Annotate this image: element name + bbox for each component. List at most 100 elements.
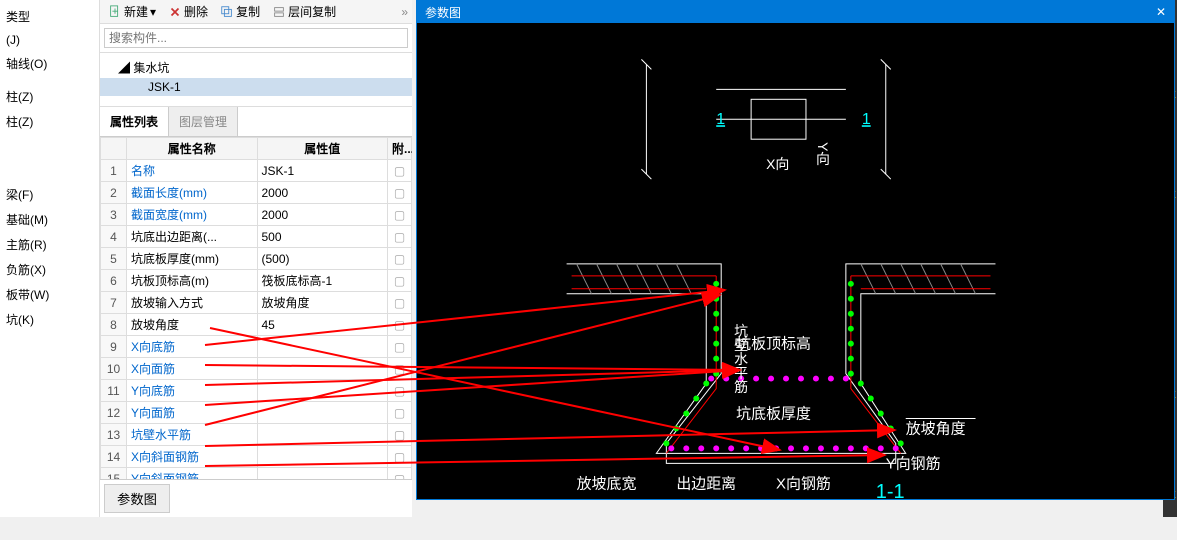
lock-cell[interactable]: ▢: [388, 160, 412, 182]
nav-item[interactable]: 轴线(O): [0, 51, 99, 76]
prop-name: Y向底筋: [127, 380, 258, 402]
svg-text:X向: X向: [766, 156, 789, 172]
lock-cell[interactable]: ▢: [388, 226, 412, 248]
tree-item-jsk1[interactable]: JSK-1: [100, 78, 412, 96]
table-row[interactable]: 8 放坡角度 45 ▢: [101, 314, 412, 336]
prop-value[interactable]: [257, 424, 388, 446]
table-row[interactable]: 12 Y向面筋 ▢: [101, 402, 412, 424]
svg-text:1: 1: [716, 111, 725, 128]
lock-cell[interactable]: ▢: [388, 248, 412, 270]
tree-root[interactable]: ◢ 集水坑: [100, 57, 412, 78]
nav-item[interactable]: 类型: [0, 4, 99, 29]
nav-item[interactable]: 坑(K): [0, 307, 99, 332]
copy-label: 复制: [236, 3, 260, 20]
layercopy-button[interactable]: 层间复制: [268, 3, 340, 20]
table-row[interactable]: 14 X向斜面钢筋 ▢: [101, 446, 412, 468]
nav-item[interactable]: 梁(F): [0, 182, 99, 207]
lock-cell[interactable]: ▢: [388, 380, 412, 402]
lock-cell[interactable]: ▢: [388, 204, 412, 226]
lock-cell[interactable]: ▢: [388, 336, 412, 358]
lock-cell[interactable]: ▢: [388, 446, 412, 468]
prop-value[interactable]: [257, 336, 388, 358]
table-row[interactable]: 1 名称 JSK-1 ▢: [101, 160, 412, 182]
prop-value[interactable]: (500): [257, 248, 388, 270]
prop-name: 坑底板厚度(mm): [127, 248, 258, 270]
prop-value[interactable]: 2000: [257, 182, 388, 204]
nav-item[interactable]: [0, 158, 99, 166]
nav-item[interactable]: [0, 76, 99, 84]
row-num: 12: [101, 402, 127, 424]
nav-item[interactable]: [0, 134, 99, 142]
table-row[interactable]: 15 Y向斜面钢筋 ▢: [101, 468, 412, 480]
prop-value[interactable]: [257, 402, 388, 424]
prop-value[interactable]: 放坡角度: [257, 292, 388, 314]
search-input[interactable]: [104, 28, 408, 48]
table-row[interactable]: 7 放坡输入方式 放坡角度 ▢: [101, 292, 412, 314]
copy-button[interactable]: 复制: [216, 3, 264, 20]
prop-value[interactable]: JSK-1: [257, 160, 388, 182]
prop-name: X向面筋: [127, 358, 258, 380]
tab-attributes[interactable]: 属性列表: [100, 107, 169, 136]
new-button[interactable]: 新建▾: [104, 3, 160, 20]
nav-item[interactable]: 板带(W): [0, 282, 99, 307]
col-value: 属性值: [257, 138, 388, 160]
prop-value[interactable]: 45: [257, 314, 388, 336]
nav-item[interactable]: [0, 166, 99, 174]
param-diagram-button[interactable]: 参数图: [104, 484, 170, 513]
nav-item[interactable]: [0, 174, 99, 182]
prop-value[interactable]: [257, 446, 388, 468]
lock-cell[interactable]: ▢: [388, 402, 412, 424]
table-row[interactable]: 5 坑底板厚度(mm) (500) ▢: [101, 248, 412, 270]
table-row[interactable]: 4 坑底出边距离(... 500 ▢: [101, 226, 412, 248]
prop-value[interactable]: 500: [257, 226, 388, 248]
nav-item[interactable]: [0, 142, 99, 150]
table-row[interactable]: 2 截面长度(mm) 2000 ▢: [101, 182, 412, 204]
search-container: [100, 24, 412, 53]
prop-value[interactable]: [257, 358, 388, 380]
table-row[interactable]: 9 X向底筋 ▢: [101, 336, 412, 358]
table-row[interactable]: 13 坑壁水平筋 ▢: [101, 424, 412, 446]
prop-name: 名称: [127, 160, 258, 182]
mid-panel: 新建▾ 删除 复制 层间复制 » ◢ 集水坑 JSK-1 属性列表 图层管理 属…: [100, 0, 412, 517]
svg-text:出边距离: 出边距离: [676, 476, 736, 493]
nav-item[interactable]: 柱(Z): [0, 84, 99, 109]
row-num: 7: [101, 292, 127, 314]
layercopy-icon: [272, 5, 286, 19]
dialog-titlebar[interactable]: 参数图 ✕: [417, 1, 1174, 23]
toolbar-overflow[interactable]: »: [401, 5, 408, 19]
table-row[interactable]: 6 坑板顶标高(m) 筏板底标高-1 ▢: [101, 270, 412, 292]
nav-item[interactable]: 柱(Z): [0, 109, 99, 134]
nav-item[interactable]: 负筋(X): [0, 257, 99, 282]
dropdown-icon: ▾: [150, 5, 156, 19]
close-icon[interactable]: ✕: [1156, 5, 1166, 19]
prop-name: 坑底出边距离(...: [127, 226, 258, 248]
table-row[interactable]: 3 截面宽度(mm) 2000 ▢: [101, 204, 412, 226]
row-num: 10: [101, 358, 127, 380]
prop-value[interactable]: 筏板底标高-1: [257, 270, 388, 292]
table-row[interactable]: 11 Y向底筋 ▢: [101, 380, 412, 402]
lock-cell[interactable]: ▢: [388, 182, 412, 204]
table-row[interactable]: 10 X向面筋 ▢: [101, 358, 412, 380]
prop-name: 坑板顶标高(m): [127, 270, 258, 292]
lock-cell[interactable]: ▢: [388, 314, 412, 336]
prop-value[interactable]: 2000: [257, 204, 388, 226]
lock-cell[interactable]: ▢: [388, 292, 412, 314]
nav-item[interactable]: [0, 150, 99, 158]
prop-name: 截面长度(mm): [127, 182, 258, 204]
lock-cell[interactable]: ▢: [388, 424, 412, 446]
prop-value[interactable]: [257, 468, 388, 480]
nav-item[interactable]: 基础(M): [0, 207, 99, 232]
tab-layers[interactable]: 图层管理: [169, 107, 238, 136]
lock-cell[interactable]: ▢: [388, 358, 412, 380]
nav-item[interactable]: 主筋(R): [0, 232, 99, 257]
row-num: 6: [101, 270, 127, 292]
prop-name: X向斜面钢筋: [127, 446, 258, 468]
row-num: 1: [101, 160, 127, 182]
new-icon: [108, 5, 122, 19]
lock-cell[interactable]: ▢: [388, 270, 412, 292]
lock-cell[interactable]: ▢: [388, 468, 412, 480]
prop-value[interactable]: [257, 380, 388, 402]
nav-item[interactable]: (J): [0, 29, 99, 51]
delete-button[interactable]: 删除: [164, 3, 212, 20]
property-grid[interactable]: 属性名称 属性值 附... 1 名称 JSK-1 ▢2 截面长度(mm) 200…: [100, 137, 412, 479]
